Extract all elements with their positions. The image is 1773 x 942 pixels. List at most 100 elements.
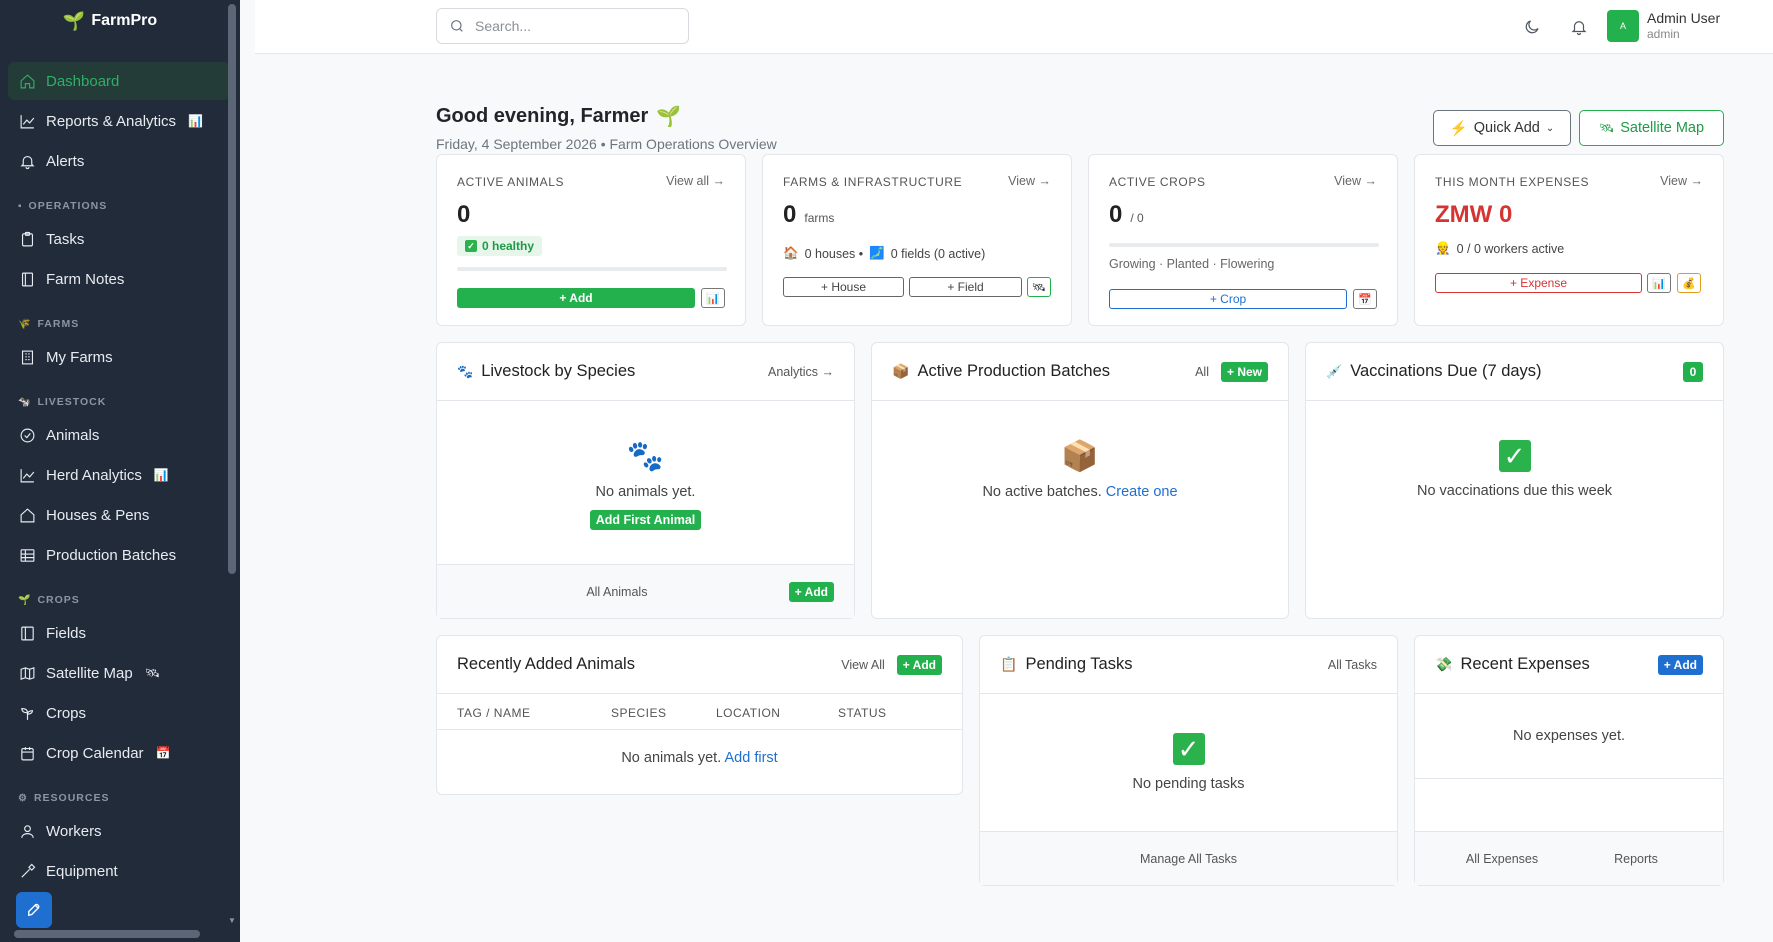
user-role: admin bbox=[1647, 27, 1680, 41]
sidebar-item-my-farms[interactable]: My Farms bbox=[8, 338, 230, 376]
divider bbox=[1415, 778, 1723, 779]
sidebar-item-label: Animals bbox=[46, 426, 100, 444]
empty-state: No expenses yet. bbox=[1512, 728, 1626, 744]
page-subtitle: Friday, 4 September 2026 • Farm Operatio… bbox=[436, 136, 777, 152]
sidebar-item-tasks[interactable]: Tasks bbox=[8, 220, 230, 258]
view-farms-link[interactable]: View → bbox=[1008, 174, 1051, 188]
panel-header: Recently Added Animals View All + Add bbox=[437, 636, 962, 694]
sidebar-item-reports[interactable]: Reports & Analytics 📊 bbox=[8, 102, 230, 140]
wheat-emoji-icon: 🌾 bbox=[18, 318, 32, 330]
search-input[interactable] bbox=[475, 18, 675, 34]
sidebar-item-fields[interactable]: Fields bbox=[8, 614, 230, 652]
building-icon bbox=[18, 348, 36, 366]
crop-calendar-button[interactable]: 📅 bbox=[1353, 289, 1377, 309]
user-menu[interactable]: Admin User admin bbox=[1647, 10, 1720, 41]
sidebar-item-workers[interactable]: Workers bbox=[8, 812, 230, 850]
dark-mode-toggle[interactable] bbox=[1521, 16, 1543, 38]
column-header[interactable]: SPECIES bbox=[611, 706, 667, 720]
search-box[interactable] bbox=[436, 8, 689, 44]
sidebar-item-label: Alerts bbox=[46, 152, 85, 170]
add-animal-button[interactable]: + Add bbox=[457, 288, 695, 308]
crops-progress bbox=[1109, 243, 1379, 247]
sidebar-item-label: My Farms bbox=[46, 348, 113, 366]
sidebar-nav: Dashboard Reports & Analytics 📊 Alerts ▪… bbox=[0, 42, 240, 890]
add-field-button[interactable]: + Field bbox=[909, 277, 1022, 297]
sidebar-item-houses-pens[interactable]: Houses & Pens bbox=[8, 496, 230, 534]
satellite-icon: 🛰 bbox=[1032, 281, 1046, 294]
add-first-animal-link[interactable]: Add first bbox=[724, 750, 777, 766]
view-crops-link[interactable]: View → bbox=[1334, 174, 1377, 188]
empty-state: ✓ No pending tasks bbox=[1132, 733, 1245, 792]
sidebar-scrollbar-horizontal[interactable] bbox=[14, 930, 200, 938]
animals-analytics-button[interactable]: 📊 bbox=[701, 288, 725, 308]
panel-recent-animals: Recently Added Animals View All + Add TA… bbox=[436, 635, 963, 795]
expenses-report-button[interactable]: 📊 bbox=[1647, 273, 1671, 293]
column-header[interactable]: STATUS bbox=[838, 706, 887, 720]
all-tasks-link[interactable]: All Tasks bbox=[1328, 658, 1377, 672]
view-all-animals-link[interactable]: View all → bbox=[666, 174, 725, 188]
create-batch-link[interactable]: Create one bbox=[1106, 484, 1178, 500]
farms-satellite-button[interactable]: 🛰 bbox=[1027, 277, 1051, 297]
house-icon bbox=[18, 506, 36, 524]
manage-tasks-link[interactable]: Manage All Tasks bbox=[1000, 852, 1377, 866]
add-expense-button[interactable]: + Expense bbox=[1435, 273, 1642, 293]
workers-active: 👷 0 / 0 workers active bbox=[1435, 241, 1565, 256]
floating-tool-button[interactable] bbox=[16, 892, 52, 928]
view-expenses-link[interactable]: View → bbox=[1660, 174, 1703, 188]
sidebar-item-label: Farm Notes bbox=[46, 270, 125, 288]
check-circle-icon bbox=[18, 426, 36, 444]
sidebar-item-alerts[interactable]: Alerts bbox=[8, 142, 230, 180]
sprout-icon bbox=[18, 704, 36, 722]
line-chart-icon bbox=[18, 466, 36, 484]
sprout-emoji-icon: 🌱 bbox=[656, 106, 682, 128]
seedling-emoji-icon: 🌱 bbox=[18, 594, 32, 606]
analytics-link[interactable]: Analytics → bbox=[768, 365, 834, 379]
sidebar-scrollbar-vertical[interactable] bbox=[228, 4, 236, 574]
sidebar-item-herd-analytics[interactable]: Herd Analytics 📊 bbox=[8, 456, 230, 494]
rocket-icon bbox=[28, 903, 40, 917]
sidebar-item-label: Satellite Map bbox=[46, 664, 133, 682]
panel-footer: All Expenses Reports bbox=[1415, 831, 1723, 885]
section-farms: 🌾 FARMS bbox=[18, 318, 80, 330]
topbar: A Admin User admin bbox=[255, 0, 1773, 54]
scroll-down-arrow-icon[interactable]: ▼ bbox=[228, 916, 236, 925]
column-header[interactable]: TAG / NAME bbox=[457, 706, 530, 720]
sidebar: 🌱 FarmPro Dashboard Reports & Analytics … bbox=[0, 0, 240, 942]
notifications-button[interactable] bbox=[1568, 16, 1590, 38]
panel-production-batches: 📦 Active Production Batches All + New 📦 N… bbox=[871, 342, 1289, 619]
calendar-icon: 📅 bbox=[1358, 293, 1372, 306]
avatar[interactable]: A bbox=[1607, 10, 1639, 42]
quick-add-button[interactable]: ⚡ Quick Add ⌄ bbox=[1433, 110, 1571, 146]
all-expenses-link[interactable]: All Expenses bbox=[1435, 852, 1569, 866]
sidebar-item-animals[interactable]: Animals bbox=[8, 416, 230, 454]
view-all-animals-link[interactable]: View All bbox=[841, 658, 885, 672]
brand[interactable]: 🌱 FarmPro bbox=[0, 0, 240, 42]
gear-emoji-icon: ⚙ bbox=[18, 792, 28, 804]
add-first-animal-button[interactable]: Add First Animal bbox=[589, 510, 702, 530]
add-house-button[interactable]: + House bbox=[783, 277, 904, 297]
sidebar-item-crop-calendar[interactable]: Crop Calendar 📅 bbox=[8, 734, 230, 772]
expense-reports-link[interactable]: Reports bbox=[1569, 852, 1703, 866]
sidebar-item-farm-notes[interactable]: Farm Notes bbox=[8, 260, 230, 298]
money-bag-icon: 💰 bbox=[1682, 277, 1696, 290]
sidebar-item-crops[interactable]: Crops bbox=[8, 694, 230, 732]
column-header[interactable]: LOCATION bbox=[716, 706, 780, 720]
satellite-map-button[interactable]: 🛰 Satellite Map bbox=[1579, 110, 1724, 146]
sidebar-item-label: Crops bbox=[46, 704, 87, 722]
payroll-button[interactable]: 💰 bbox=[1677, 273, 1701, 293]
sidebar-item-label: Reports & Analytics bbox=[46, 112, 177, 130]
add-animal-footer-button[interactable]: + Add bbox=[788, 581, 834, 602]
sidebar-item-equipment[interactable]: Equipment bbox=[8, 852, 230, 890]
new-batch-button[interactable]: + New bbox=[1220, 361, 1268, 382]
all-batches-link[interactable]: All bbox=[1195, 365, 1209, 379]
add-animal-button[interactable]: + Add bbox=[896, 654, 942, 675]
farms-count: 0 farms bbox=[783, 201, 835, 228]
sidebar-item-satellite-map[interactable]: Satellite Map 🛰 bbox=[8, 654, 230, 692]
add-expense-button[interactable]: + Add bbox=[1657, 654, 1703, 675]
satellite-emoji-icon: 🛰 bbox=[144, 666, 160, 680]
notebook-icon bbox=[18, 270, 36, 288]
sidebar-item-production-batches[interactable]: Production Batches bbox=[8, 536, 230, 574]
all-animals-link[interactable]: All Animals bbox=[457, 585, 777, 599]
add-crop-button[interactable]: + Crop bbox=[1109, 289, 1347, 309]
sidebar-item-dashboard[interactable]: Dashboard bbox=[8, 62, 230, 100]
